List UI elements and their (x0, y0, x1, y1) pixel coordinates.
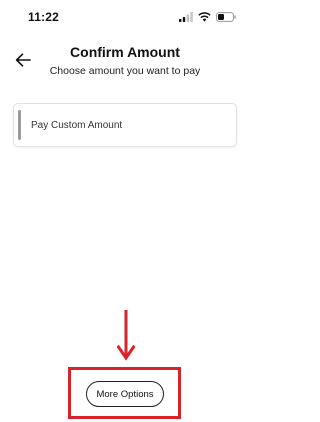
confirm-amount-screen: 11:22 Confirm Amount Choose amount you w… (0, 0, 250, 422)
signal-icon (179, 12, 193, 22)
battery-icon (216, 12, 236, 22)
status-bar: 11:22 (0, 0, 250, 34)
option-label: Pay Custom Amount (31, 120, 123, 131)
pay-custom-amount-option[interactable]: Pay Custom Amount (13, 103, 237, 147)
option-accent-bar (18, 110, 21, 140)
wifi-icon (198, 12, 211, 22)
annotation-arrow-icon (117, 310, 135, 361)
page-title: Confirm Amount (70, 44, 180, 60)
page-subtitle: Choose amount you want to pay (49, 65, 201, 77)
status-time: 11:22 (28, 10, 60, 24)
status-icons (179, 11, 236, 23)
more-options-button[interactable]: More Options (86, 381, 164, 407)
